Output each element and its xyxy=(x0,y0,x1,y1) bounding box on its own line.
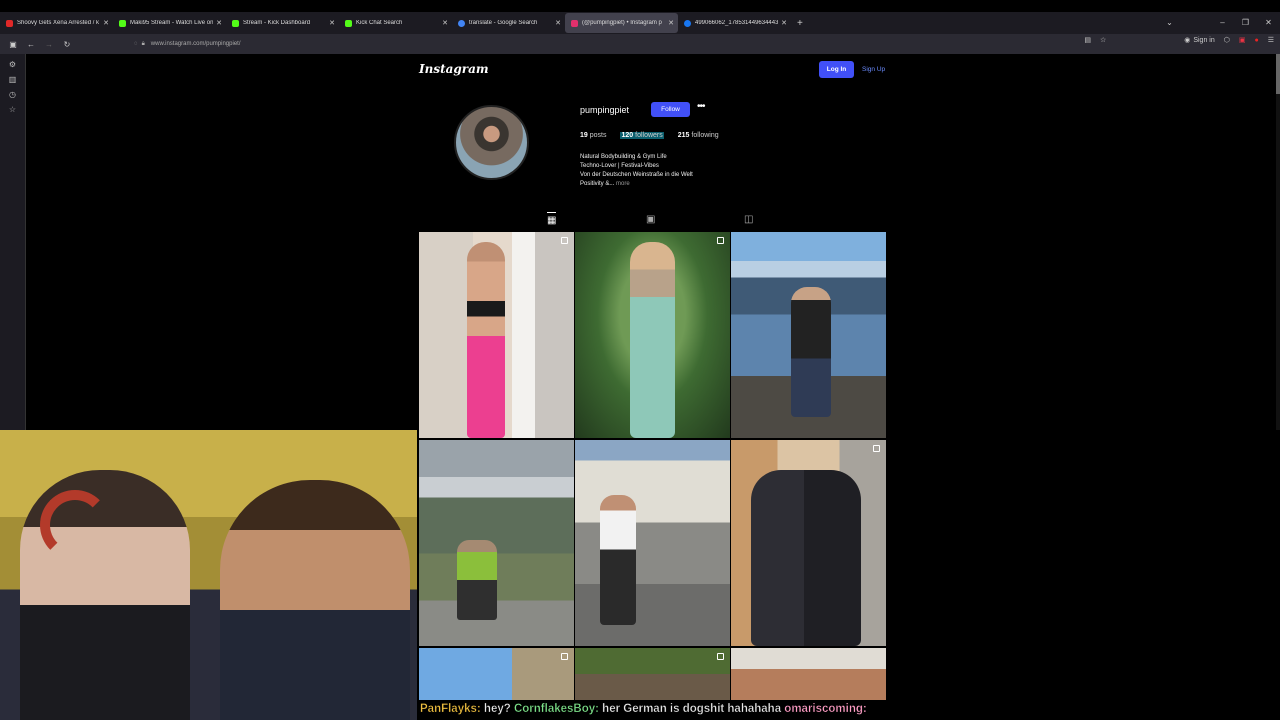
browser-tab[interactable]: translate - Google Search ✕ xyxy=(452,13,565,33)
reload-icon[interactable]: ↻ xyxy=(58,40,76,49)
history-icon[interactable]: ◷ xyxy=(0,90,25,99)
post-thumbnail[interactable] xyxy=(575,232,730,438)
carousel-icon xyxy=(873,445,880,452)
following-stat[interactable]: 215 following xyxy=(678,132,719,139)
close-icon[interactable]: ✕ xyxy=(216,19,222,27)
close-icon[interactable]: ✕ xyxy=(668,19,674,27)
chat-username: PanFlayks: xyxy=(420,703,481,715)
browser-tab[interactable]: Stream - Kick Dashboard ✕ xyxy=(226,13,339,33)
profile-tabs: ▦ ▣ ◫ xyxy=(419,210,886,230)
close-icon[interactable]: ✕ xyxy=(442,19,448,27)
chat-username: CornflakesBoy: xyxy=(513,703,599,715)
post-thumbnail[interactable] xyxy=(419,440,574,646)
browser-tab[interactable]: Maki95 Stream - Watch Live on ✕ xyxy=(113,13,226,33)
browser-tab[interactable]: 499066062_178531449634443 ✕ xyxy=(678,13,791,33)
ai-chat-icon[interactable]: ⚙ xyxy=(0,60,25,69)
sign-in-button[interactable]: Sign in xyxy=(1193,37,1214,44)
chat-overlay-line: PanFlayks: hey? CornflakesBoy: her Germa… xyxy=(420,703,867,715)
close-icon[interactable]: ✕ xyxy=(555,19,561,27)
lock-icon[interactable]: 🔒︎ xyxy=(142,41,145,48)
bookmark-star-icon[interactable]: ☆ xyxy=(1100,36,1106,44)
tagged-icon[interactable]: ◫ xyxy=(744,214,753,225)
post-thumbnail[interactable] xyxy=(419,232,574,438)
post-thumbnail[interactable] xyxy=(731,440,886,646)
post-thumbnail[interactable] xyxy=(575,648,730,700)
new-tab-button[interactable]: + xyxy=(797,18,803,29)
chat-message: her German is dogshit hahahaha xyxy=(598,703,785,715)
posts-stat: 19 posts xyxy=(580,132,607,139)
nav-bar: ▣ ← → ↻ ◌ 🔒︎ www.instagram.com/pumpingpi… xyxy=(0,34,1280,54)
tab-list-icon[interactable]: ⌄ xyxy=(1158,18,1181,27)
profile-username: pumpingpiet xyxy=(580,105,630,115)
chat-message: hey? xyxy=(480,703,514,715)
kick-icon xyxy=(119,19,126,27)
url-text[interactable]: www.instagram.com/pumpingpiet/ xyxy=(151,41,241,47)
instagram-logo[interactable]: Instagram xyxy=(419,62,489,76)
carousel-icon xyxy=(717,653,724,660)
profile-bio: Natural Bodybuilding & Gym Life Techno-L… xyxy=(580,154,693,187)
profile-stats: 19 posts 120 followers 215 following xyxy=(580,132,719,139)
guest-figure xyxy=(220,480,410,720)
toolbar-right: ▤ ☆ ◉ Sign in ⬡ ▣ ● ☰ xyxy=(1084,36,1274,45)
reader-view-icon[interactable]: ▤ xyxy=(1084,36,1091,44)
extensions-icon[interactable]: ⬡ xyxy=(1224,36,1230,44)
followers-stat[interactable]: 120 followers xyxy=(620,132,664,139)
menu-icon[interactable]: ☰ xyxy=(1268,36,1274,44)
synced-tabs-icon[interactable]: ▥ xyxy=(0,75,25,84)
youtube-icon xyxy=(6,19,13,27)
minimize-button[interactable]: – xyxy=(1211,18,1234,27)
bio-more-link[interactable]: more xyxy=(616,181,630,187)
browser-tab-active[interactable]: (@pumpingpiet) • Instagram p ✕ xyxy=(565,13,678,33)
shield-icon[interactable]: ◌ xyxy=(134,41,138,47)
browser-sidebar: ⚙ ▥ ◷ ☆ xyxy=(0,54,26,430)
sidebar-toggle-icon[interactable]: ▣ xyxy=(4,40,22,49)
kick-icon xyxy=(232,19,239,27)
carousel-icon xyxy=(561,237,568,244)
post-thumbnail[interactable] xyxy=(419,648,574,700)
chat-username: omariscoming: xyxy=(784,703,867,715)
post-thumbnail[interactable] xyxy=(731,232,886,438)
posts-grid-icon[interactable]: ▦ xyxy=(547,212,557,226)
extension-icon[interactable]: ▣ xyxy=(1239,36,1246,44)
back-icon[interactable]: ← xyxy=(22,40,40,49)
webcam-overlay xyxy=(0,430,417,720)
url-bar[interactable]: ◌ 🔒︎ www.instagram.com/pumpingpiet/ xyxy=(134,36,1104,52)
carousel-icon xyxy=(561,653,568,660)
reels-icon[interactable]: ▣ xyxy=(646,214,655,225)
avatar[interactable] xyxy=(454,105,529,180)
browser-tab[interactable]: Kick Chat Search ✕ xyxy=(339,13,452,33)
carousel-icon xyxy=(717,237,724,244)
account-icon[interactable]: ◉ xyxy=(1184,36,1190,44)
bookmarks-icon[interactable]: ☆ xyxy=(0,105,25,114)
forward-icon[interactable]: → xyxy=(40,40,58,49)
window-controls: ⌄ – ❐ ✕ xyxy=(1158,12,1280,32)
close-icon[interactable]: ✕ xyxy=(103,19,109,27)
tab-bar: Shoovy Gets Xena Arrested / k ✕ Maki95 St… xyxy=(0,12,1280,34)
post-thumbnail[interactable] xyxy=(575,440,730,646)
kick-icon xyxy=(345,19,352,27)
follow-button[interactable]: Follow xyxy=(651,102,690,117)
close-window-button[interactable]: ✕ xyxy=(1257,18,1280,27)
restore-button[interactable]: ❐ xyxy=(1234,18,1257,27)
close-icon[interactable]: ✕ xyxy=(329,19,335,27)
more-options-icon[interactable]: ••• xyxy=(697,101,705,112)
post-thumbnail[interactable] xyxy=(731,648,886,700)
page-scrollbar[interactable] xyxy=(1276,54,1280,430)
instagram-icon xyxy=(571,19,578,27)
browser-tab[interactable]: Shoovy Gets Xena Arrested / k ✕ xyxy=(0,13,113,33)
facebook-icon xyxy=(684,19,691,27)
extension-icon[interactable]: ● xyxy=(1254,37,1258,44)
close-icon[interactable]: ✕ xyxy=(781,19,787,27)
signup-link[interactable]: Sign Up xyxy=(862,66,885,73)
google-icon xyxy=(458,19,465,27)
headset-shape xyxy=(40,490,110,560)
login-button[interactable]: Log In xyxy=(819,61,854,78)
